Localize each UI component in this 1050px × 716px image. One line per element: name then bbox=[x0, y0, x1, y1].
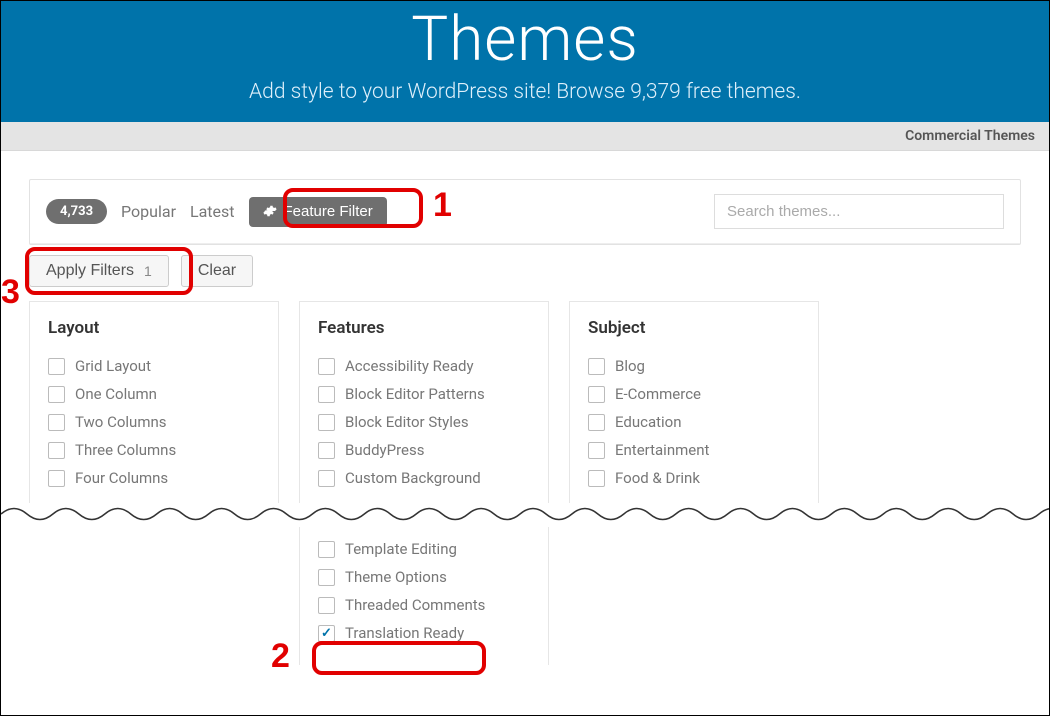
filter-columns: Layout Grid Layout One Column Two Columns T… bbox=[29, 301, 1021, 505]
checkbox-icon[interactable] bbox=[318, 597, 335, 614]
layout-option[interactable]: One Column bbox=[48, 380, 260, 408]
checkbox-icon[interactable] bbox=[588, 358, 605, 375]
layout-option-label: Two Columns bbox=[75, 413, 167, 431]
features-option[interactable]: Block Editor Styles bbox=[318, 408, 530, 436]
col-features-title: Features bbox=[318, 318, 530, 338]
subnav: Commercial Themes bbox=[1, 122, 1049, 151]
layout-option[interactable]: Grid Layout bbox=[48, 352, 260, 380]
col-subject: Subject Blog E-Commerce Education Entertain… bbox=[569, 301, 819, 505]
annotation-number-1: 1 bbox=[433, 186, 452, 225]
feature-filter-button[interactable]: Feature Filter bbox=[249, 197, 387, 227]
checkbox-icon[interactable] bbox=[588, 414, 605, 431]
torn-separator bbox=[1, 503, 1049, 525]
checkbox-icon[interactable] bbox=[48, 470, 65, 487]
checkbox-icon[interactable] bbox=[588, 386, 605, 403]
themes-card: 4,733 Popular Latest Feature Filter 1 bbox=[29, 179, 1021, 245]
subject-option-label: Education bbox=[615, 413, 682, 431]
subject-option-label: Blog bbox=[615, 357, 645, 375]
subject-option[interactable]: Entertainment bbox=[588, 436, 800, 464]
apply-filters-count: 1 bbox=[144, 263, 152, 279]
subject-option-label: Food & Drink bbox=[615, 469, 700, 487]
features-option-label: Template Editing bbox=[345, 540, 457, 558]
features-option[interactable]: Translation Ready bbox=[318, 619, 530, 647]
layout-option-label: Three Columns bbox=[75, 441, 176, 459]
checkbox-icon[interactable] bbox=[318, 541, 335, 558]
checkbox-icon[interactable] bbox=[48, 442, 65, 459]
app-frame: Themes Add style to your WordPress site!… bbox=[0, 0, 1050, 716]
col-layout: Layout Grid Layout One Column Two Columns T… bbox=[29, 301, 279, 505]
checkbox-icon[interactable] bbox=[318, 358, 335, 375]
layout-option[interactable]: Three Columns bbox=[48, 436, 260, 464]
layout-option-label: Grid Layout bbox=[75, 357, 151, 375]
checkbox-icon[interactable] bbox=[318, 414, 335, 431]
layout-option[interactable]: Two Columns bbox=[48, 408, 260, 436]
feature-filter-label: Feature Filter bbox=[284, 203, 373, 220]
apply-filters-button[interactable]: Apply Filters 1 bbox=[29, 255, 169, 287]
features-option-label: Translation Ready bbox=[345, 624, 464, 642]
subject-option-label: Entertainment bbox=[615, 441, 709, 459]
tab-latest[interactable]: Latest bbox=[190, 202, 235, 221]
hero: Themes Add style to your WordPress site!… bbox=[1, 1, 1049, 122]
checkbox-icon[interactable] bbox=[48, 414, 65, 431]
checkbox-icon[interactable] bbox=[318, 470, 335, 487]
col-features: Features Accessibility Ready Block Editor… bbox=[299, 301, 549, 505]
annotation-number-2: 2 bbox=[271, 637, 290, 676]
subject-option[interactable]: Food & Drink bbox=[588, 464, 800, 492]
checkbox-icon[interactable] bbox=[318, 386, 335, 403]
layout-option-label: One Column bbox=[75, 385, 157, 403]
tab-popular[interactable]: Popular bbox=[121, 202, 176, 221]
subject-option-label: E-Commerce bbox=[615, 385, 701, 403]
features-option[interactable]: Threaded Comments bbox=[318, 591, 530, 619]
col-features-continued: Template Editing Theme Options Threaded Co… bbox=[299, 527, 549, 665]
page-subtitle: Add style to your WordPress site! Browse… bbox=[1, 80, 1049, 104]
features-option-label: Threaded Comments bbox=[345, 596, 485, 614]
toolbar: 4,733 Popular Latest Feature Filter 1 bbox=[30, 180, 1020, 244]
features-option[interactable]: BuddyPress bbox=[318, 436, 530, 464]
features-option[interactable]: Custom Background bbox=[318, 464, 530, 492]
features-option-label: Theme Options bbox=[345, 568, 447, 586]
col-layout-title: Layout bbox=[48, 318, 260, 338]
features-option[interactable]: Theme Options bbox=[318, 563, 530, 591]
features-option-label: Block Editor Styles bbox=[345, 413, 469, 431]
features-option[interactable]: Accessibility Ready bbox=[318, 352, 530, 380]
page-title: Themes bbox=[1, 1, 1049, 76]
search-input[interactable] bbox=[714, 194, 1004, 229]
commercial-themes-link[interactable]: Commercial Themes bbox=[905, 128, 1035, 144]
features-option[interactable]: Template Editing bbox=[318, 535, 530, 563]
features-option-label: Block Editor Patterns bbox=[345, 385, 485, 403]
clear-filters-button[interactable]: Clear bbox=[181, 255, 253, 287]
layout-option[interactable]: Four Columns bbox=[48, 464, 260, 492]
checkbox-icon[interactable] bbox=[318, 442, 335, 459]
features-option-label: BuddyPress bbox=[345, 441, 424, 459]
gear-icon bbox=[263, 204, 277, 218]
checkbox-icon[interactable] bbox=[48, 386, 65, 403]
checkbox-icon[interactable] bbox=[588, 442, 605, 459]
features-option[interactable]: Block Editor Patterns bbox=[318, 380, 530, 408]
subject-option[interactable]: Blog bbox=[588, 352, 800, 380]
subject-option[interactable]: Education bbox=[588, 408, 800, 436]
filters-bar: Apply Filters 1 Clear bbox=[29, 245, 1021, 301]
theme-count-pill: 4,733 bbox=[46, 199, 107, 224]
apply-filters-label: Apply Filters bbox=[46, 262, 134, 280]
subject-option[interactable]: E-Commerce bbox=[588, 380, 800, 408]
checkbox-icon[interactable] bbox=[48, 358, 65, 375]
checkbox-icon[interactable] bbox=[588, 470, 605, 487]
features-option-label: Custom Background bbox=[345, 469, 481, 487]
clear-filters-label: Clear bbox=[198, 262, 236, 280]
col-subject-title: Subject bbox=[588, 318, 800, 338]
layout-option-label: Four Columns bbox=[75, 469, 168, 487]
annotation-number-3: 3 bbox=[1, 273, 20, 312]
checkbox-icon[interactable] bbox=[318, 569, 335, 586]
lower-panel: Template Editing Theme Options Threaded Co… bbox=[29, 527, 1021, 665]
features-option-label: Accessibility Ready bbox=[345, 357, 474, 375]
checkbox-icon[interactable] bbox=[318, 625, 335, 642]
